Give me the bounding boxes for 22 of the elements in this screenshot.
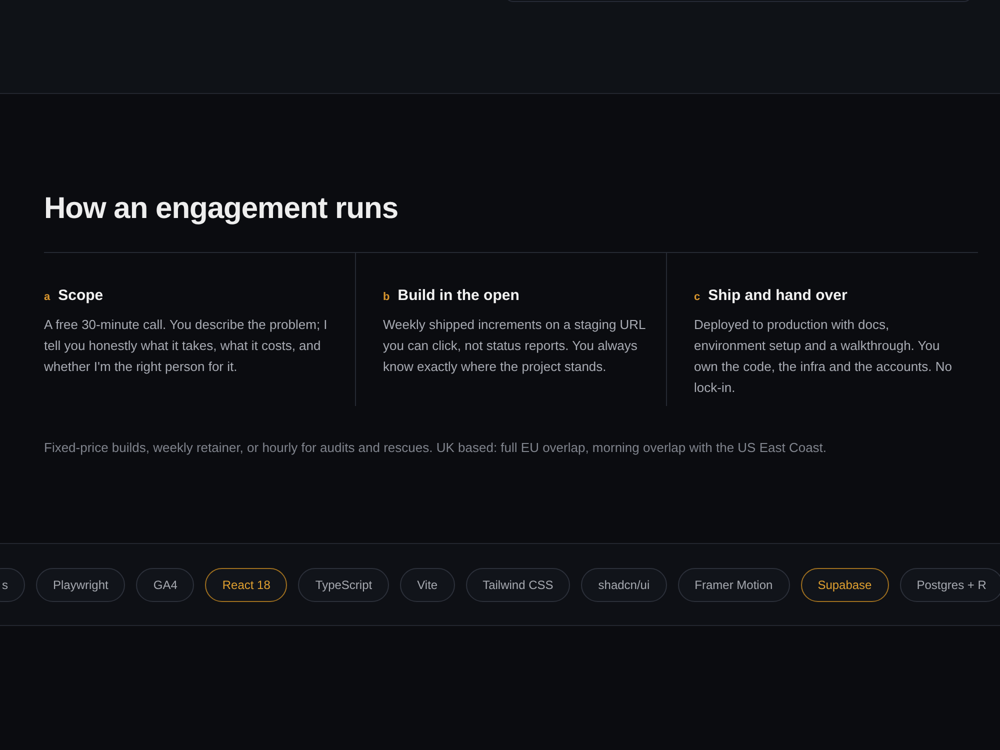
tech-chip: Postgres + R [900, 568, 1000, 602]
step-description: Deployed to production with docs, environment setup and a walkthrough. You own the code, the infra and the accounts. No lock-in. [694, 316, 954, 397]
step-title: Build in the open [398, 287, 520, 304]
step-title: Scope [58, 287, 104, 304]
step-description: A free 30-minute call. You describe the problem; I tell you honestly what it takes, what it costs, and whether I'm the right person for it. [44, 316, 328, 376]
step-title: Ship and hand over [708, 287, 848, 304]
section-heading: How an engagement runs [44, 191, 400, 227]
step-marker: b [383, 291, 390, 303]
tech-chip: Tailwind CSS [466, 568, 570, 602]
tech-chip: TypeScript [298, 568, 390, 602]
step-marker: a [44, 291, 50, 303]
tech-chip: GA4 [136, 568, 194, 602]
tech-chip: Supabase [800, 568, 889, 602]
tech-chip: s [0, 568, 25, 602]
pricing-note: Fixed-price builds, weekly retainer, or hourly for audits and rescues. UK based: full EU overlap, morning overlap with the US East Coast. [44, 440, 828, 455]
step-marker: c [694, 291, 700, 303]
tech-chip: Playwright [36, 568, 126, 602]
tech-chip: Vite [400, 568, 455, 602]
step-description: Weekly shipped increments on a staging URL you can click, not status reports. You always know exactly where the project stands. [383, 316, 646, 376]
tech-chip: React 18 [205, 568, 288, 602]
tech-chip: Framer Motion [678, 568, 790, 602]
tech-chip: shadcn/ui [581, 568, 667, 602]
